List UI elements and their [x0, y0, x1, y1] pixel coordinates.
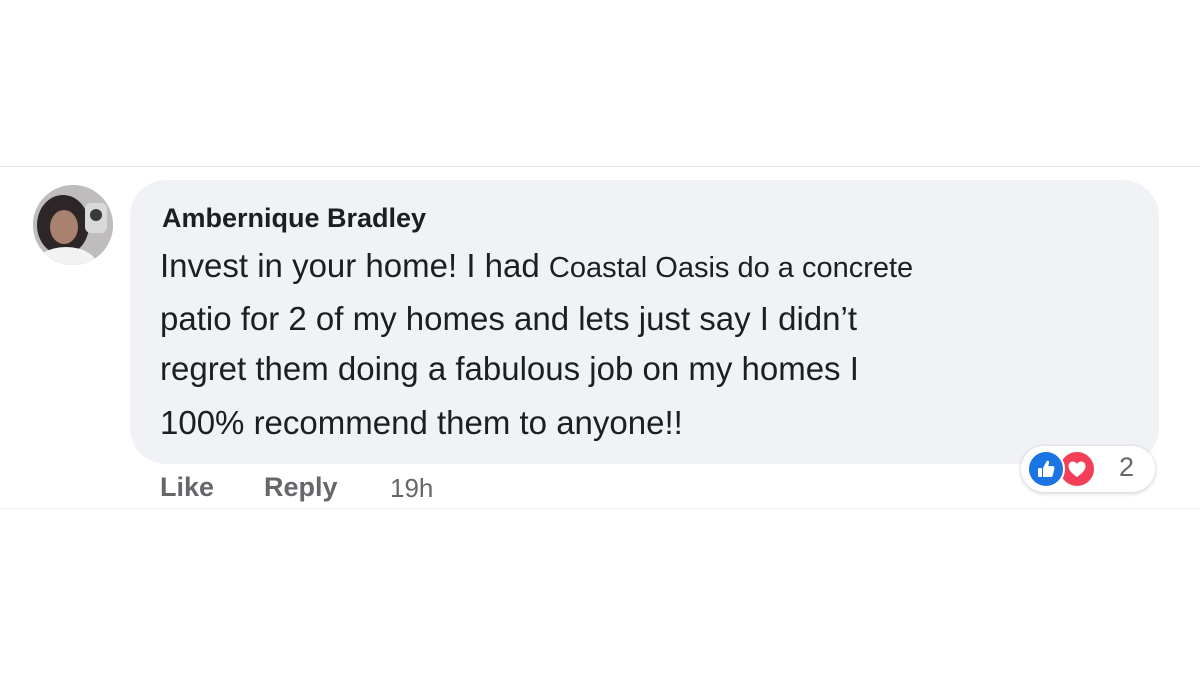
avatar[interactable]	[33, 185, 113, 265]
reaction-count: 2	[1119, 452, 1135, 482]
top-divider	[0, 166, 1200, 167]
comment-text-line-1: Invest in your home! I had Coastal Oasis…	[160, 246, 913, 288]
comment-text-insert: Coastal Oasis do a concrete	[548, 252, 914, 284]
comment-text-segment: Invest in your home! I had	[160, 247, 549, 284]
reply-button[interactable]: Reply	[264, 472, 338, 503]
comment-text-line-4: 100% recommend them to anyone!!	[160, 404, 683, 441]
like-icon	[1027, 450, 1065, 488]
comment-author[interactable]: Ambernique Bradley	[162, 203, 426, 234]
comment-text-line-3: regret them doing a fabulous job on my h…	[160, 350, 859, 387]
comment-timestamp[interactable]: 19h	[390, 473, 433, 504]
reactions-summary[interactable]: 2	[1021, 446, 1155, 492]
like-button[interactable]: Like	[160, 472, 214, 503]
avatar-image	[33, 185, 113, 265]
bottom-divider	[0, 508, 1200, 509]
comment-text-line-2: patio for 2 of my homes and lets just sa…	[160, 300, 858, 337]
